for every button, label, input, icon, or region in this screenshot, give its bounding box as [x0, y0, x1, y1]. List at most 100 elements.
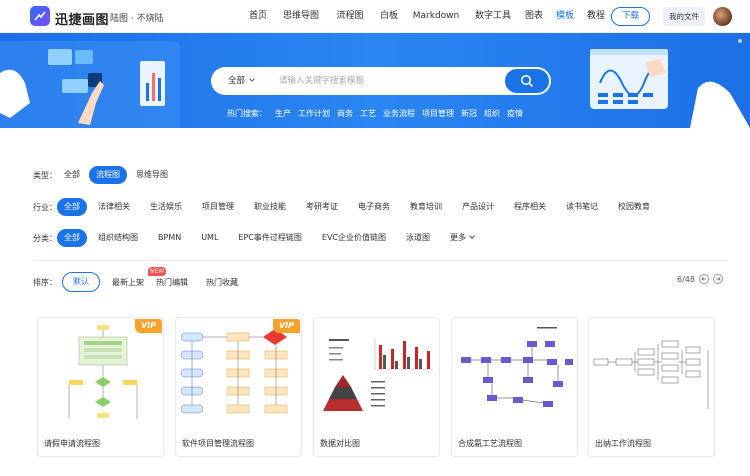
template-thumbnail [68, 325, 138, 419]
nav-flowchart[interactable]: 流程图 [327, 0, 373, 33]
category-option[interactable]: 组织结构图 [91, 229, 145, 247]
hot-tag[interactable]: 项目管理 [422, 108, 454, 120]
type-filter-row: 类型： 全部 流程图 思维导图 [33, 166, 175, 184]
brand-name[interactable]: 迅捷画图 [55, 9, 109, 28]
search-button[interactable] [505, 69, 549, 93]
section-divider [33, 260, 728, 261]
hot-searches: 热门搜索： 生产 工作计划 商务 工艺 业务流程 项目管理 新冠 组织 疫情 [227, 108, 530, 120]
template-title: 合成氨工艺流程图 [458, 439, 522, 448]
hot-search-label: 热门搜索： [227, 109, 267, 118]
industry-option-all[interactable]: 全部 [57, 198, 87, 216]
search-scope-select[interactable]: 全部 [228, 67, 255, 95]
category-option-all[interactable]: 全部 [57, 229, 87, 247]
template-thumbnail [180, 329, 288, 414]
next-page-button[interactable] [712, 274, 723, 284]
app-logo-icon[interactable] [30, 6, 50, 26]
vip-badge: VIP [273, 319, 300, 333]
hot-tag[interactable]: 疫情 [507, 108, 523, 120]
arrow-left-icon [701, 277, 706, 281]
nav-tutorials[interactable]: 教程 [581, 0, 611, 33]
sort-label: 排序： [33, 277, 57, 287]
category-more-button[interactable]: 更多 [443, 229, 481, 247]
industry-option[interactable]: 产品设计 [455, 198, 501, 216]
sort-option-newest-label: 最新上架 [112, 277, 144, 287]
industry-option[interactable]: 项目管理 [195, 198, 241, 216]
category-option[interactable]: UML [194, 229, 225, 247]
brand-slogan: 陆图 · 不烧陆 [110, 14, 164, 24]
industry-option[interactable]: 法律相关 [91, 198, 137, 216]
banner-illustration-right [590, 39, 750, 128]
top-navigation-bar: 迅捷画图 陆图 · 不烧陆 首页 思维导图 流程图 白板 Markdown 数字… [0, 0, 750, 33]
nav-templates[interactable]: 模板 [549, 0, 581, 33]
arrow-right-icon [715, 277, 721, 281]
template-card[interactable]: 数据对比图 [313, 317, 440, 457]
banner-illustration-left [0, 41, 180, 128]
chevron-down-icon [249, 76, 255, 82]
nav-charts[interactable]: 图表 [519, 0, 549, 33]
category-filter-label: 分类： [33, 233, 57, 243]
template-title: 软件项目管理流程图 [182, 439, 254, 448]
type-option-mindmap[interactable]: 思维导图 [129, 166, 175, 184]
template-title: 出纳工作流程图 [595, 439, 651, 448]
hot-tag[interactable]: 组织 [484, 108, 500, 120]
template-title: 请假申请流程图 [44, 439, 100, 448]
hot-tag[interactable]: 业务流程 [383, 108, 415, 120]
type-option-all[interactable]: 全部 [57, 166, 87, 184]
sort-option-hot-edit[interactable]: 热门编辑 [156, 277, 188, 288]
nav-markdown[interactable]: Markdown [405, 0, 467, 33]
nav-digital-tools[interactable]: 数字工具 [467, 0, 519, 33]
page-indicator: 6/48 [677, 274, 695, 284]
industry-option[interactable]: 校园教育 [611, 198, 657, 216]
template-title: 数据对比图 [320, 439, 360, 448]
main-nav: 首页 思维导图 流程图 白板 Markdown 数字工具 图表 模板 教程 [241, 0, 611, 33]
template-card[interactable]: VIP 软件项目管理流程图 [175, 317, 302, 457]
nav-whiteboard[interactable]: 白板 [373, 0, 405, 33]
prev-page-button[interactable] [698, 274, 709, 284]
my-files-button[interactable]: 我的文件 [663, 7, 705, 26]
hot-tag[interactable]: 生产 [275, 108, 291, 120]
template-card[interactable]: VIP 请假申请流程图 [37, 317, 164, 457]
sort-option-newest[interactable]: 最新上架 NEW [112, 266, 167, 288]
template-thumbnail [461, 327, 573, 407]
category-option[interactable]: 泳道图 [399, 229, 437, 247]
sort-row: 排序： 默认 最新上架 NEW 热门编辑 热门收藏 [33, 266, 238, 292]
category-option[interactable]: BPMN [151, 229, 188, 247]
download-button[interactable]: 下载 [611, 7, 650, 26]
search-banner: 全部 热门搜索： 生产 工作计划 商务 工艺 业务流程 项目管理 新冠 组织 疫… [0, 33, 750, 128]
search-input[interactable] [279, 73, 489, 89]
nav-mindmap[interactable]: 思维导图 [275, 0, 327, 33]
type-filter-label: 类型： [33, 170, 57, 180]
industry-option[interactable]: 教育培训 [403, 198, 449, 216]
template-thumbnail [323, 339, 433, 411]
hot-tag[interactable]: 新冠 [461, 108, 477, 120]
hot-tag[interactable]: 工艺 [360, 108, 376, 120]
category-option[interactable]: EPC事件过程链图 [231, 229, 308, 247]
sort-option-default[interactable]: 默认 [62, 272, 100, 292]
more-label: 更多 [450, 233, 467, 242]
category-option[interactable]: EVC企业价值链图 [315, 229, 393, 247]
industry-option[interactable]: 读书笔记 [559, 198, 605, 216]
industry-option[interactable]: 程序相关 [507, 198, 553, 216]
template-card[interactable]: 合成氨工艺流程图 [451, 317, 578, 457]
industry-option[interactable]: 职业技能 [247, 198, 293, 216]
search-icon [520, 74, 534, 88]
template-card[interactable]: 出纳工作流程图 [588, 317, 715, 457]
industry-option[interactable]: 考研考证 [299, 198, 345, 216]
industry-option[interactable]: 生活娱乐 [143, 198, 189, 216]
industry-filter-label: 行业： [33, 202, 57, 212]
user-avatar[interactable] [713, 7, 732, 26]
category-filter-row: 分类： 全部 组织结构图 BPMN UML EPC事件过程链图 EVC企业价值链… [33, 229, 481, 247]
hot-tag[interactable]: 工作计划 [298, 108, 330, 120]
hot-tag[interactable]: 商务 [337, 108, 353, 120]
template-thumbnail [593, 340, 709, 409]
vip-badge: VIP [135, 319, 162, 333]
industry-option[interactable]: 电子商务 [351, 198, 397, 216]
search-box: 全部 [211, 67, 551, 95]
sort-option-hot-fav[interactable]: 热门收藏 [206, 277, 238, 288]
nav-home[interactable]: 首页 [241, 0, 275, 33]
search-scope-label: 全部 [228, 76, 246, 86]
type-option-flowchart[interactable]: 流程图 [89, 166, 127, 184]
pager: 6/48 [677, 273, 723, 285]
chevron-down-icon [469, 233, 475, 239]
industry-filter-row: 行业： 全部 法律相关 生活娱乐 项目管理 职业技能 考研考证 电子商务 教育培… [33, 198, 657, 216]
